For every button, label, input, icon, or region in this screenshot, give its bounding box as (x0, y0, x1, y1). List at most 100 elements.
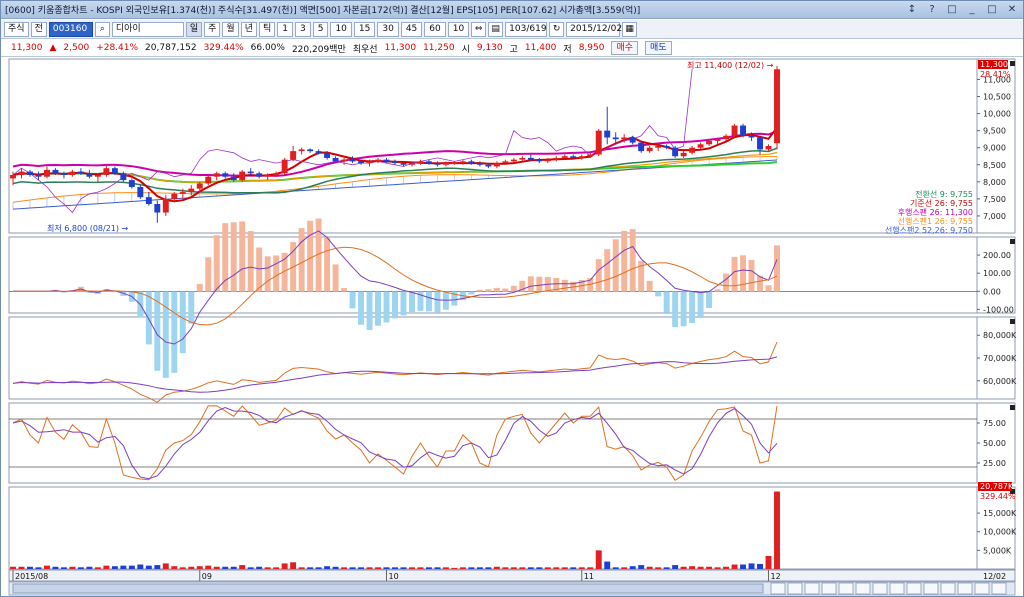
ytick-label-1-3: -100.00 (983, 305, 1014, 314)
volume-bar (145, 565, 152, 569)
candle-body (307, 149, 314, 152)
macd-hist-bar (349, 291, 356, 309)
panel-frame-4 (8, 486, 1016, 570)
candle-body (680, 152, 687, 157)
volume-bar (451, 567, 458, 569)
price-badge-pct: 28.41% (980, 70, 1011, 79)
macd-hist-bar (706, 291, 713, 308)
macd-hist-bar (510, 285, 517, 292)
candle-body (222, 173, 229, 177)
candle-body (171, 193, 178, 199)
volume-bar (476, 567, 483, 569)
volume-bar (663, 567, 670, 569)
volume-bar (103, 565, 110, 569)
scroll-control-button-0 (770, 582, 786, 595)
volume-bar (655, 567, 662, 569)
candle-body (298, 149, 305, 152)
candle-body (128, 180, 135, 187)
volume-bar (578, 567, 585, 569)
volume-bar (765, 555, 772, 569)
candle-body (111, 168, 118, 174)
candle-body (689, 147, 696, 153)
volume-bar (442, 567, 449, 569)
candle-body (205, 176, 212, 184)
candle-body (485, 164, 492, 167)
scroll-control-button-5 (855, 582, 871, 595)
macd-hist-bar (748, 259, 755, 292)
macd-hist-bar (358, 291, 365, 325)
candle-body (765, 146, 772, 150)
volume-bar (672, 565, 679, 569)
macd-hist-bar (629, 229, 636, 292)
candle-body (476, 163, 483, 165)
macd-hist-bar (383, 291, 390, 323)
candle-body (714, 139, 721, 141)
candle-body (162, 198, 169, 213)
candle-body (281, 159, 288, 174)
macd-hist-bar (324, 237, 331, 292)
volume-bar (324, 566, 331, 569)
macd-hist-bar (307, 220, 314, 292)
candle-body (77, 171, 84, 174)
ytick-label-3-0: 75.00 (983, 419, 1006, 428)
date-label-4: 12 (771, 572, 781, 581)
volume-bar (256, 566, 263, 569)
candle-body (375, 159, 381, 162)
candle-body (120, 173, 127, 181)
macd-hist-bar (621, 230, 628, 292)
candle-body (740, 125, 747, 136)
volume-bar (341, 567, 348, 569)
vol-badge-pct: 329.44% (980, 492, 1016, 501)
ytick-label-1-2: 0.00 (983, 287, 1001, 296)
macd-hist-bar (493, 287, 500, 292)
ichimoku-legend-0: 전환선 9: 9,755 (915, 189, 973, 199)
candle-body (604, 130, 611, 138)
ytick-label-1-1: 100.00 (983, 269, 1011, 278)
macd-hist-bar (476, 289, 483, 292)
chart-area[interactable]: 11,00010,50010,0009,5009,0008,5008,0007,… (1, 1, 1023, 597)
candle-body (706, 140, 713, 145)
volume-bar (570, 567, 577, 569)
candle-body (366, 161, 373, 164)
volume-bar (222, 566, 229, 569)
ichimoku-legend-4: 선행스팬2 52,26: 9,750 (885, 225, 973, 235)
candle-body (527, 157, 534, 160)
candle-body (213, 173, 220, 177)
macd-hist-bar (612, 239, 619, 292)
candle-body (442, 163, 449, 165)
candle-body (612, 137, 619, 140)
volume-bar (120, 565, 127, 569)
volume-bar (60, 567, 67, 569)
candle-body (536, 159, 543, 162)
volume-bar (536, 567, 543, 569)
candle-body (655, 146, 662, 148)
volume-bar (561, 567, 568, 569)
candle-body (570, 156, 577, 158)
scroll-control-button-12 (974, 582, 990, 595)
volume-bar (544, 567, 551, 569)
macd-hist-bar (247, 231, 254, 292)
macd-hist-bar (595, 259, 602, 292)
macd-hist-bar (774, 245, 780, 292)
volume-bar (77, 567, 84, 569)
volume-bar (196, 566, 203, 569)
scroll-control-button-13 (991, 582, 1007, 595)
volume-bar (680, 566, 687, 569)
candle-body (646, 147, 653, 152)
scroll-control-button-10 (940, 582, 956, 595)
volume-bar (638, 565, 645, 569)
volume-bar (706, 566, 713, 569)
scroll-control-button-1 (787, 582, 803, 595)
scroll-control-button-7 (889, 582, 905, 595)
ytick-label-0-8: 7,000 (983, 212, 1006, 221)
high-annotation: 최고 11,400 (12/02) → (687, 60, 774, 70)
volume-bar (646, 566, 653, 569)
candle-body (349, 159, 356, 162)
volume-bar (137, 564, 144, 569)
ytick-label-4-2: 5,000K (983, 546, 1012, 555)
panel-collapse-icon-0 (1010, 61, 1015, 66)
volume-bar (358, 567, 365, 569)
candle-body (341, 159, 348, 162)
volume-bar (553, 567, 560, 569)
candle-body (553, 157, 560, 160)
